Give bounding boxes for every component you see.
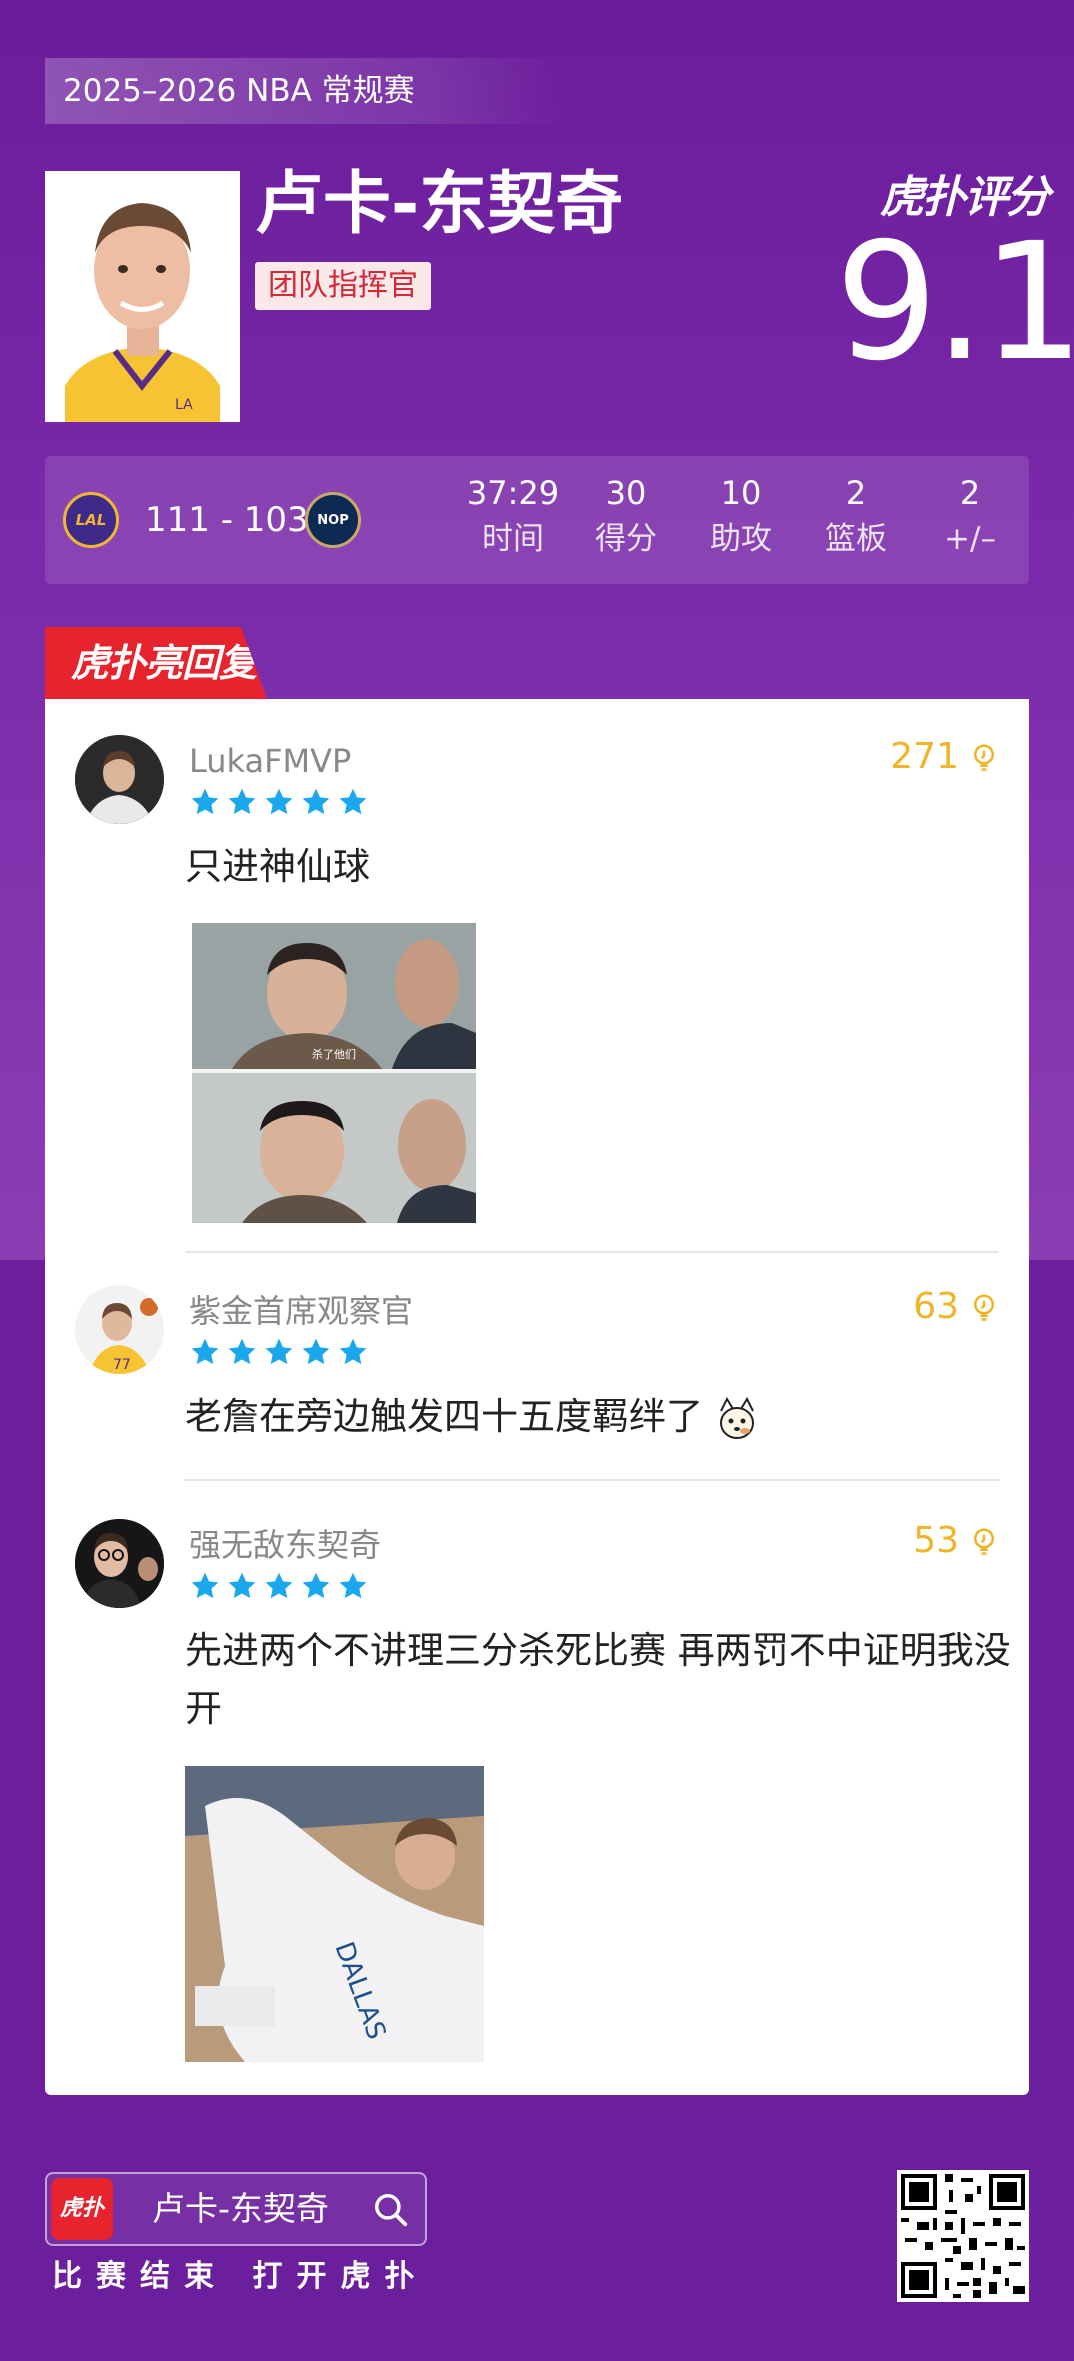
avatar[interactable]: 77: [75, 1285, 164, 1374]
bulb-icon: [974, 1528, 994, 1555]
username[interactable]: 强无敌东契奇: [189, 1523, 381, 1567]
app-search-bar[interactable]: 虎扑 卢卡-东契奇: [45, 2172, 427, 2246]
game-stats-bar: LAL 111 - 103 NOP 37:29 时间 30 得分 10 助攻 2…: [45, 456, 1029, 584]
stat-label: 时间: [482, 521, 544, 557]
star-icon: [228, 788, 256, 815]
stat-value: 2: [845, 474, 867, 512]
star-icon: [265, 788, 293, 815]
comment-text-row: 老詹在旁边触发四十五度羁绊了: [185, 1388, 985, 1446]
star-icon: [302, 1338, 330, 1365]
star-rating: [189, 1570, 369, 1602]
meme-caption: 杀了他们: [312, 1047, 356, 1061]
dog-emoji-icon: [719, 1396, 754, 1439]
star-rating: [189, 786, 369, 818]
avatar[interactable]: [75, 735, 164, 824]
stat-minutes: 37:29 时间: [463, 470, 563, 562]
star-icon: [191, 1572, 219, 1599]
like-button[interactable]: 271: [890, 735, 999, 779]
comment-text: 先进两个不讲理三分杀死比赛 再两罚不中证明我没开: [185, 1629, 1011, 1730]
comment-text: 老詹在旁边触发四十五度羁绊了: [185, 1395, 703, 1438]
pelicans-logo: NOP: [305, 492, 361, 548]
player-name: 卢卡-东契奇: [255, 165, 624, 244]
username[interactable]: LukaFMVP: [189, 739, 351, 783]
player-photo: LA: [45, 171, 240, 422]
bulb-icon: [974, 1294, 994, 1321]
like-count: 63: [913, 1286, 959, 1327]
stat-value: 10: [720, 474, 762, 512]
stat-points: 30 得分: [576, 470, 676, 562]
stat-value: 2: [959, 474, 981, 512]
open-app-cta: 比赛结束 打开虎扑: [52, 2259, 429, 2294]
stat-rebounds: 2 篮板: [806, 470, 906, 562]
stat-assists: 10 助攻: [691, 470, 791, 562]
like-button[interactable]: 53: [913, 1519, 999, 1563]
star-icon: [228, 1572, 256, 1599]
star-icon: [228, 1338, 256, 1365]
stat-value: 37:29: [466, 474, 560, 512]
meme-image[interactable]: 杀了他们: [192, 923, 476, 1223]
star-icon: [302, 1572, 330, 1599]
star-icon: [339, 1572, 367, 1599]
star-icon: [302, 788, 330, 815]
like-count: 53: [913, 1520, 959, 1561]
stat-value: 30: [605, 474, 647, 512]
stat-label: 助攻: [710, 521, 772, 557]
lakers-logo-text: LAL: [75, 511, 107, 529]
star-icon: [265, 1572, 293, 1599]
stat-label: 得分: [595, 521, 657, 557]
stat-label: +/–: [944, 521, 996, 557]
player-role-badge: 团队指挥官: [255, 262, 431, 310]
comment-divider: [185, 1479, 999, 1481]
star-icon: [191, 788, 219, 815]
star-icon: [191, 1338, 219, 1365]
app-logo: 虎扑: [51, 2178, 113, 2240]
comments-card: LukaFMVP 271 只进神仙球 杀了他们 77 紫金首席观察官 63 老詹…: [45, 699, 1029, 2095]
bulb-icon: [974, 744, 994, 771]
meme-image[interactable]: DALLAS: [185, 1766, 484, 2062]
like-button[interactable]: 63: [913, 1285, 999, 1329]
svg-text:77: 77: [113, 1357, 131, 1373]
highlight-replies-tab: 虎扑亮回复: [45, 627, 267, 699]
star-icon: [339, 788, 367, 815]
season-label: 2025–2026 NBA 常规赛: [45, 58, 565, 124]
like-count: 271: [890, 736, 959, 777]
star-rating: [189, 1336, 369, 1368]
avatar[interactable]: [75, 1519, 164, 1608]
game-score: 111 - 103: [145, 500, 309, 540]
star-icon: [265, 1338, 293, 1365]
comment-divider: [185, 1251, 999, 1253]
lakers-logo: LAL: [63, 492, 119, 548]
search-player-name: 卢卡-东契奇: [152, 2189, 329, 2228]
rating-score: 9.1: [835, 209, 1074, 397]
pelicans-logo-text: NOP: [317, 512, 349, 528]
qr-code[interactable]: [897, 2170, 1029, 2302]
svg-text:LA: LA: [175, 397, 193, 413]
stat-plus-minus: 2 +/–: [920, 470, 1020, 562]
search-icon[interactable]: [372, 2191, 410, 2229]
comment-text: 只进神仙球: [185, 845, 370, 888]
star-icon: [339, 1338, 367, 1365]
username[interactable]: 紫金首席观察官: [189, 1289, 413, 1333]
stat-label: 篮板: [825, 521, 887, 557]
